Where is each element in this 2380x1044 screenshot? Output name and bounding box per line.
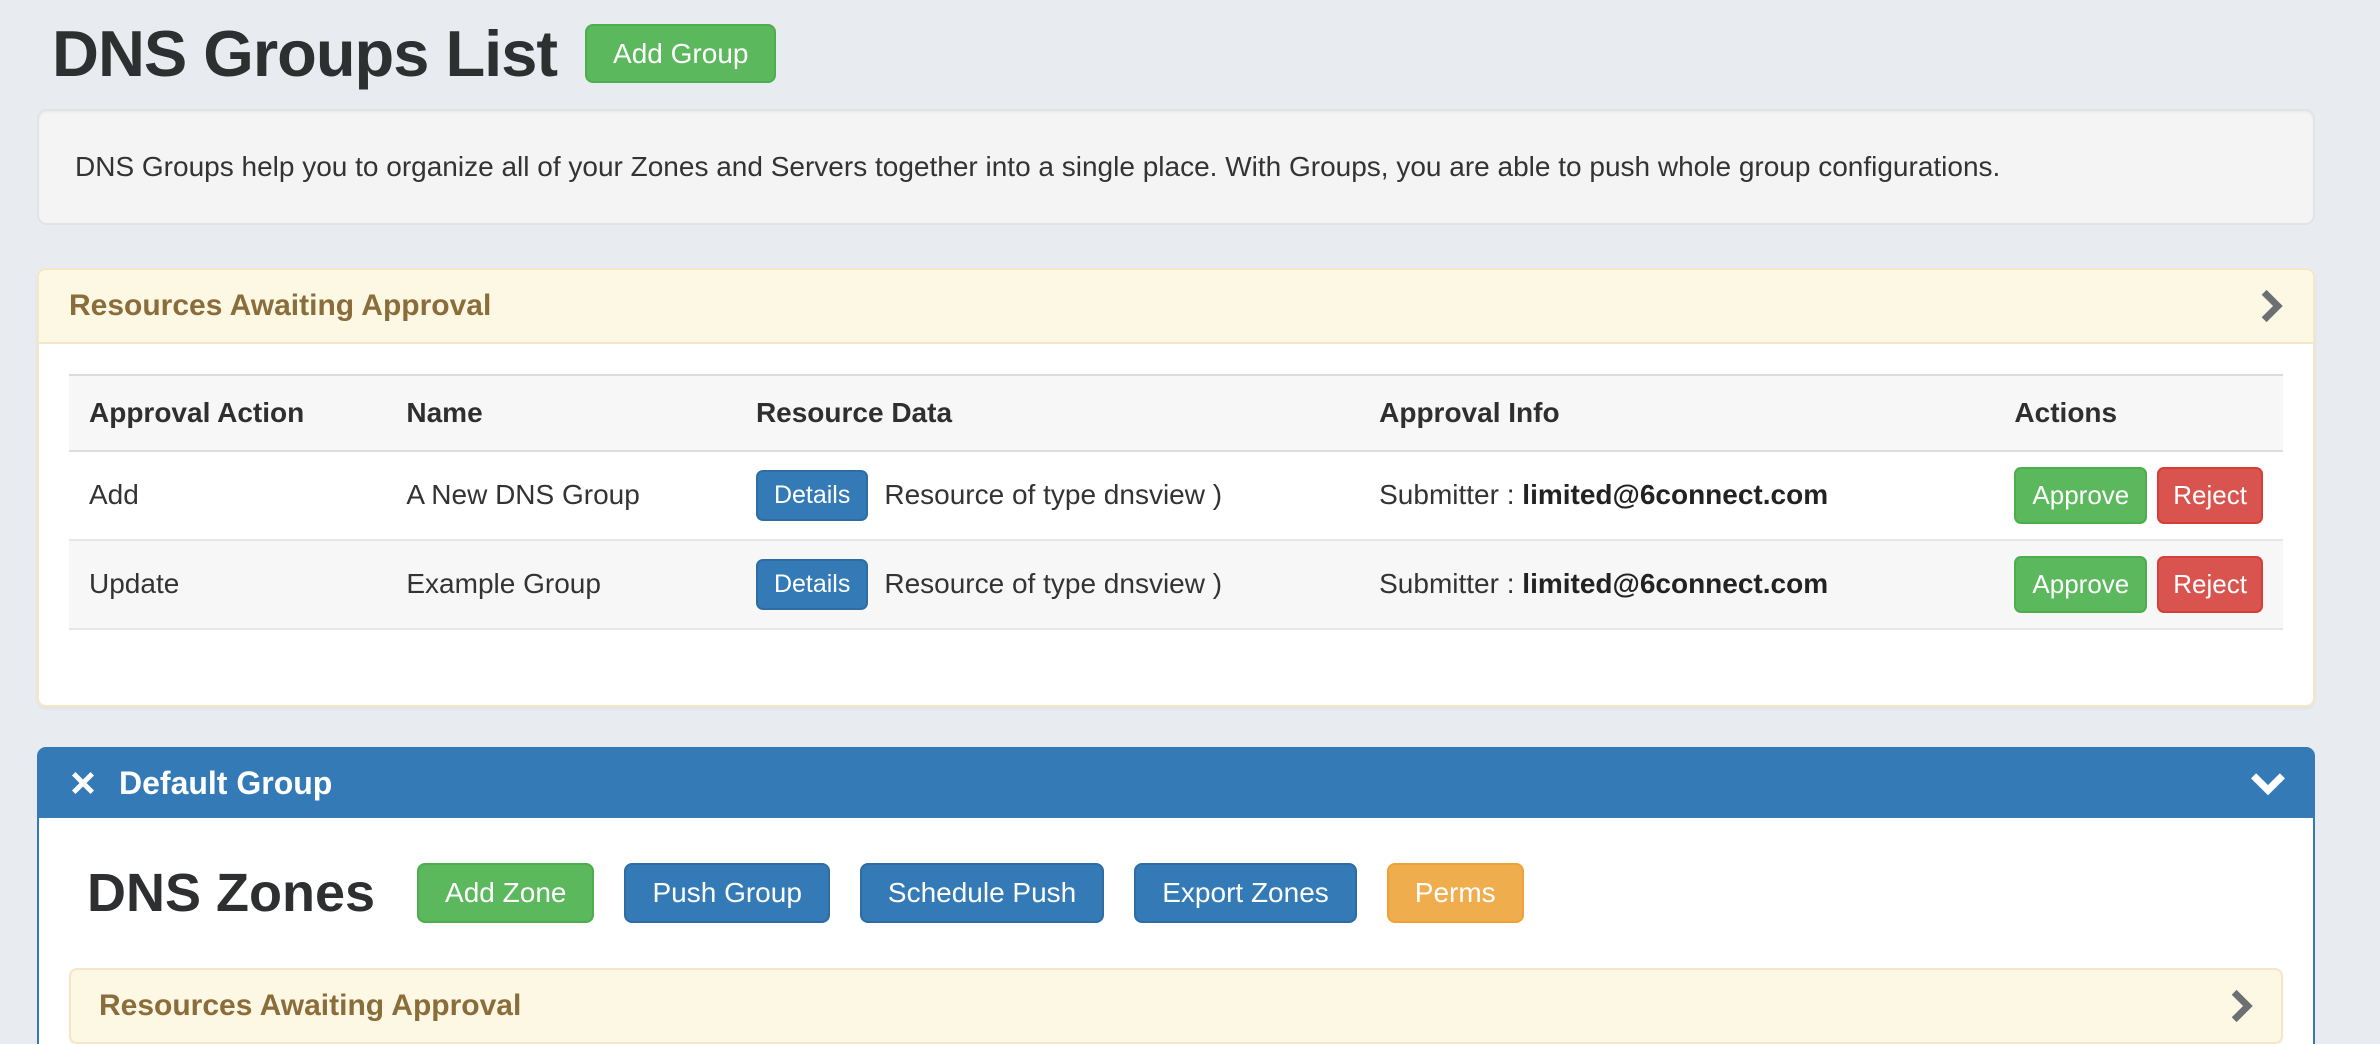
approval-table-header-row: Approval Action Name Resource Data Appro… [69,375,2283,451]
dns-zones-toolbar: DNS Zones Add Zone Push Group Schedule P… [87,862,2283,924]
approval-action-cell: Update [69,540,386,629]
zones-awaiting-approval-title: Resources Awaiting Approval [99,989,521,1023]
approval-panel-heading[interactable]: Resources Awaiting Approval [39,270,2313,344]
table-row: Add A New DNS Group Details Resource of … [69,451,2283,540]
perms-button[interactable]: Perms [1387,863,1524,923]
reject-button[interactable]: Reject [2157,467,2263,524]
default-group-body: DNS Zones Add Zone Push Group Schedule P… [39,818,2313,1044]
name-cell: Example Group [386,540,736,629]
chevron-right-icon[interactable] [2259,290,2283,322]
column-header-name: Name [386,375,736,451]
approval-panel: Resources Awaiting Approval Approval Act… [37,268,2315,707]
push-group-button[interactable]: Push Group [624,863,829,923]
approval-action-cell: Add [69,451,386,540]
submitter-email: limited@6connect.com [1522,479,1828,510]
submitter-label: Submitter : [1379,479,1514,510]
close-x-icon[interactable] [67,768,99,798]
column-header-actions: Actions [1994,375,2283,451]
add-group-button[interactable]: Add Group [585,24,776,84]
approval-panel-body: Approval Action Name Resource Data Appro… [39,344,2313,705]
column-header-approval-action: Approval Action [69,375,386,451]
zones-awaiting-approval-bar[interactable]: Resources Awaiting Approval [69,968,2283,1044]
column-header-approval-info: Approval Info [1359,375,1994,451]
default-group-title: Default Group [119,765,332,802]
chevron-down-icon[interactable] [2251,771,2285,795]
resource-text: Resource of type dnsview ) [884,479,1222,511]
approve-button[interactable]: Approve [2014,556,2147,613]
column-header-resource-data: Resource Data [736,375,1359,451]
reject-button[interactable]: Reject [2157,556,2263,613]
details-button[interactable]: Details [756,470,868,522]
dns-groups-page: DNS Groups List Add Group DNS Groups hel… [0,0,2380,1044]
export-zones-button[interactable]: Export Zones [1134,863,1357,923]
resource-text: Resource of type dnsview ) [884,568,1222,600]
submitter-label: Submitter : [1379,568,1514,599]
default-group-heading[interactable]: Default Group [39,749,2313,818]
approve-button[interactable]: Approve [2014,467,2147,524]
dns-zones-title: DNS Zones [87,862,375,924]
table-row: Update Example Group Details Resource of… [69,540,2283,629]
details-button[interactable]: Details [756,559,868,611]
submitter-email: limited@6connect.com [1522,568,1828,599]
chevron-right-icon[interactable] [2229,990,2253,1022]
default-group-panel: Default Group DNS Zones Add Zone Push Gr… [37,747,2315,1044]
add-zone-button[interactable]: Add Zone [417,863,594,923]
schedule-push-button[interactable]: Schedule Push [860,863,1104,923]
name-cell: A New DNS Group [386,451,736,540]
description-well: DNS Groups help you to organize all of y… [37,109,2315,225]
description-text: DNS Groups help you to organize all of y… [75,151,2000,182]
approval-table: Approval Action Name Resource Data Appro… [69,374,2283,630]
page-title: DNS Groups List [52,16,557,91]
approval-panel-title: Resources Awaiting Approval [69,289,491,323]
page-header: DNS Groups List Add Group [37,0,2315,91]
